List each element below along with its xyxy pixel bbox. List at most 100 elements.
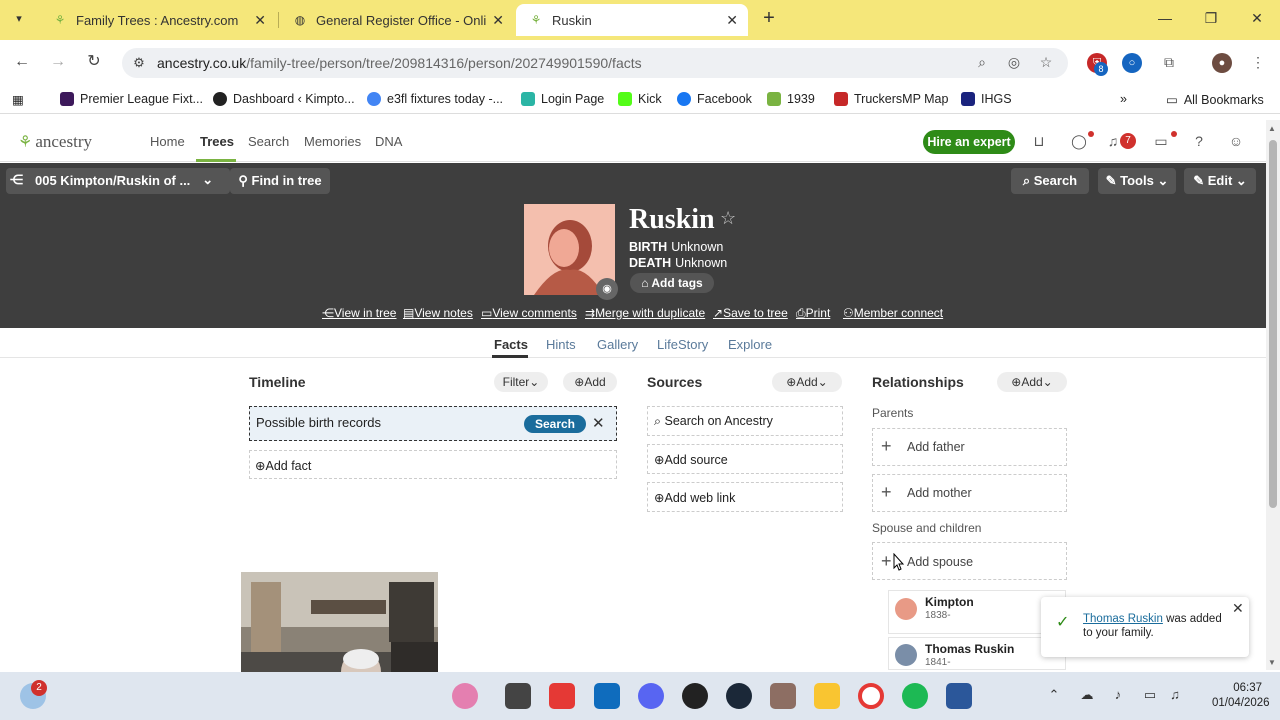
more-bookmarks-chevron-icon[interactable]: » — [1120, 92, 1127, 106]
close-icon[interactable]: ✕ — [254, 12, 266, 29]
nav-home[interactable]: Home — [150, 134, 185, 149]
chat-icon[interactable]: ◯ — [1069, 133, 1089, 150]
volume-icon[interactable]: ♫ — [1165, 687, 1185, 702]
print-link[interactable]: ⎙Print — [796, 306, 830, 321]
spotify-icon[interactable] — [902, 683, 928, 709]
apps-grid-icon[interactable]: ▦ — [12, 92, 24, 107]
bookmark-dashboard[interactable]: Dashboard ‹ Kimpto... — [213, 92, 355, 106]
timeline-add-button[interactable]: ⊕Add — [563, 372, 617, 392]
bookmark-e3fl[interactable]: e3fl fixtures today -... — [367, 92, 503, 106]
tab-explore[interactable]: Explore — [728, 337, 772, 352]
browser-tab-family-trees[interactable]: ⚘ Family Trees : Ancestry.com ✕ — [40, 4, 276, 36]
save-to-tree-link[interactable]: ↗Save to tree — [713, 306, 788, 320]
bookmark-1939[interactable]: 1939 — [767, 92, 815, 106]
bookmark-login-page[interactable]: Login Page — [521, 92, 604, 106]
bookmark-kick[interactable]: Kick — [618, 92, 662, 106]
scrollbar-thumb[interactable] — [1269, 140, 1277, 508]
add-web-link-link[interactable]: ⊕Add web link — [654, 490, 735, 505]
relationships-add-button[interactable]: ⊕Add⌄ — [997, 372, 1067, 392]
file-explorer-icon[interactable] — [814, 683, 840, 709]
nav-trees[interactable]: Trees — [200, 134, 234, 149]
tab-search-chevron-icon[interactable]: ▾ — [8, 8, 30, 30]
child-name[interactable]: Kimpton — [925, 595, 974, 609]
tab-facts[interactable]: Facts — [494, 337, 528, 352]
app-icon-bubbles[interactable] — [452, 683, 478, 709]
add-source-link[interactable]: ⊕Add source — [654, 452, 728, 467]
url-text[interactable]: ancestry.co.uk/family-tree/person/tree/2… — [157, 55, 642, 71]
profile-avatar[interactable]: ● — [1212, 53, 1232, 73]
game-icon[interactable] — [770, 683, 796, 709]
new-tab-plus-icon[interactable]: + — [758, 8, 780, 30]
browser-tab-ruskin[interactable]: ⚘ Ruskin ✕ — [516, 4, 748, 36]
all-bookmarks[interactable]: ▭ All Bookmarks — [1166, 92, 1264, 108]
chrome-icon[interactable] — [858, 683, 884, 709]
extensions-puzzle-icon[interactable]: ⧉ — [1159, 54, 1179, 71]
edit-button[interactable]: ✎ Edit ⌄ — [1184, 168, 1256, 194]
site-info-icon[interactable]: ⚙ — [130, 54, 148, 72]
scroll-down-icon[interactable]: ▼ — [1268, 658, 1276, 667]
add-fact-link[interactable]: ⊕Add fact — [255, 458, 311, 473]
tab-hints[interactable]: Hints — [546, 337, 576, 352]
search-on-ancestry-link[interactable]: ⌕ Search on Ancestry — [654, 414, 773, 429]
view-in-tree-link[interactable]: ⋲View in tree — [322, 306, 396, 320]
app-icon-dots[interactable] — [682, 683, 708, 709]
window-close-icon[interactable]: ✕ — [1247, 10, 1267, 27]
bookmark-truckersmp[interactable]: TruckersMP Map — [834, 92, 948, 106]
bookmark-ihgs[interactable]: IHGS — [961, 92, 1012, 106]
browser-tab-gro[interactable]: ◍ General Register Office - Online ✕ — [280, 4, 514, 36]
child-name[interactable]: Thomas Ruskin — [925, 642, 1014, 656]
back-arrow-icon[interactable]: ← — [12, 52, 32, 72]
filter-button[interactable]: Filter⌄ — [494, 372, 548, 392]
bookmark-facebook[interactable]: Facebook — [677, 92, 752, 106]
taskbar-clock[interactable]: 06:37 01/04/2026 — [1212, 681, 1270, 711]
messages-icon[interactable]: ▭ — [1151, 133, 1171, 150]
app-icon-blue[interactable] — [946, 683, 972, 709]
help-icon[interactable]: ? — [1189, 133, 1209, 149]
birth-search-button[interactable]: Search — [524, 415, 586, 433]
nav-memories[interactable]: Memories — [304, 134, 361, 149]
outlook-icon[interactable] — [594, 683, 620, 709]
zoom-icon[interactable]: ⌕ — [972, 54, 992, 71]
sources-add-button[interactable]: ⊕Add⌄ — [772, 372, 842, 392]
browser-menu-icon[interactable]: ⋮ — [1248, 54, 1268, 71]
search-button[interactable]: ⌕ Search — [1011, 168, 1089, 194]
toast-person-link[interactable]: Thomas Ruskin — [1083, 613, 1163, 625]
tab-lifestory[interactable]: LifeStory — [657, 337, 708, 352]
cloud-icon[interactable]: ☁ — [1077, 687, 1097, 703]
view-notes-link[interactable]: ▤View notes — [403, 306, 473, 320]
nav-dna[interactable]: DNA — [375, 134, 402, 149]
tray-chevron-icon[interactable]: ⌃ — [1044, 687, 1064, 703]
restore-icon[interactable]: ❐ — [1201, 10, 1221, 27]
add-tags-button[interactable]: ⌂ Add tags — [630, 273, 714, 293]
ancestry-logo[interactable]: ⚘ ancestry — [18, 132, 92, 152]
bookmark-star-icon[interactable]: ☆ — [1036, 54, 1056, 71]
eye-off-icon[interactable]: ◎ — [1004, 54, 1024, 71]
tab-gallery[interactable]: Gallery — [597, 337, 638, 352]
cart-icon[interactable]: ⊔ — [1029, 133, 1049, 150]
add-mother-link[interactable]: + Add mother — [881, 482, 972, 503]
nav-search[interactable]: Search — [248, 134, 289, 149]
steam-icon[interactable] — [726, 683, 752, 709]
network-icon[interactable]: ▭ — [1140, 687, 1160, 703]
app-icon-red[interactable] — [549, 683, 575, 709]
forward-arrow-icon[interactable]: → — [48, 52, 68, 72]
close-icon[interactable]: ✕ — [592, 414, 605, 432]
close-icon[interactable]: ✕ — [726, 12, 738, 29]
close-icon[interactable]: ✕ — [1232, 600, 1244, 617]
reload-icon[interactable]: ↻ — [84, 52, 104, 72]
view-comments-link[interactable]: ▭View comments — [481, 306, 577, 320]
find-in-tree-button[interactable]: ⚲ Find in tree — [230, 168, 330, 194]
hire-expert-button[interactable]: Hire an expert — [923, 130, 1015, 154]
discord-icon[interactable] — [638, 683, 664, 709]
close-icon[interactable]: ✕ — [492, 12, 504, 29]
minimize-icon[interactable]: — — [1155, 10, 1175, 26]
tools-button[interactable]: ✎ Tools ⌄ — [1098, 168, 1176, 194]
add-father-link[interactable]: + Add father — [881, 436, 965, 457]
merge-duplicate-link[interactable]: ⇉Merge with duplicate — [585, 306, 705, 320]
extension-circle-icon[interactable]: ○ — [1122, 53, 1142, 73]
bookmark-premier-league[interactable]: Premier League Fixt... — [60, 92, 203, 106]
app-icon-dark[interactable] — [505, 683, 531, 709]
user-avatar[interactable]: ☺ — [1226, 133, 1246, 149]
scroll-up-icon[interactable]: ▲ — [1268, 124, 1276, 133]
favorite-star-icon[interactable]: ☆ — [720, 208, 736, 229]
